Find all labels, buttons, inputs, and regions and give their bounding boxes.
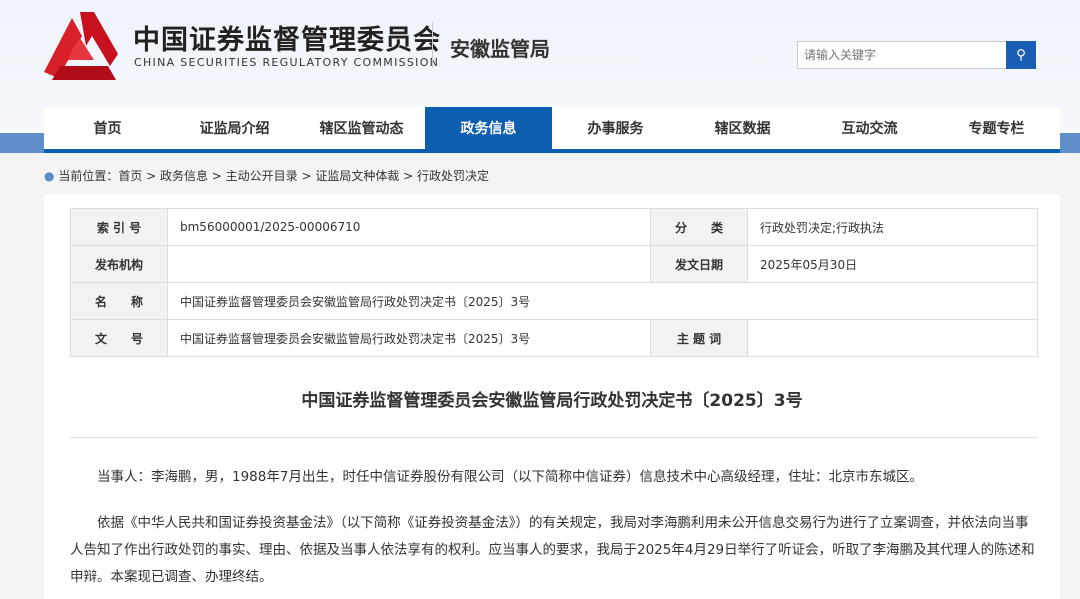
- value-issuer: [168, 246, 651, 283]
- divider: [432, 22, 433, 68]
- document-title: 中国证券监督管理委员会安徽监管局行政处罚决定书〔2025〕3号: [44, 386, 1060, 411]
- value-index: bm56000001/2025-00006710: [168, 209, 651, 246]
- label-name: 名 称: [71, 283, 168, 320]
- nav-data[interactable]: 辖区数据: [679, 107, 806, 149]
- nav-home[interactable]: 首页: [44, 107, 171, 149]
- value-docno: 中国证券监督管理委员会安徽监管局行政处罚决定书〔2025〕3号: [168, 320, 651, 357]
- nav-topics[interactable]: 专题专栏: [933, 107, 1060, 149]
- search-box: ⚲: [797, 41, 1036, 69]
- nav-interaction[interactable]: 互动交流: [806, 107, 933, 149]
- label-keywords: 主 题 词: [651, 320, 748, 357]
- paragraph: 依据《中华人民共和国证券投资基金法》（以下简称《证券投资基金法》）的有关规定，我…: [70, 510, 1038, 591]
- main-nav: 首页 证监局介绍 辖区监管动态 政务信息 办事服务 辖区数据 互动交流 专题专栏: [44, 107, 1060, 153]
- site-title: 中国证券监督管理委员会: [133, 18, 441, 57]
- value-date: 2025年05月30日: [748, 246, 1038, 283]
- paragraph: 当事人：李海鹏，男，1988年7月出生，时任中信证券股份有限公司（以下简称中信证…: [70, 464, 1038, 491]
- value-keywords: [748, 320, 1038, 357]
- bureau-name: 安徽监管局: [450, 33, 550, 62]
- breadcrumb-text[interactable]: 当前位置：首页 > 政务信息 > 主动公开目录 > 证监局文种体裁 > 行政处罚…: [58, 169, 489, 183]
- location-pin-icon: ●: [44, 169, 54, 183]
- nav-intro[interactable]: 证监局介绍: [171, 107, 298, 149]
- metadata-table: 索 引 号bm56000001/2025-00006710分 类行政处罚决定;行…: [70, 208, 1038, 357]
- label-date: 发文日期: [651, 246, 748, 283]
- nav-gov-info[interactable]: 政务信息: [425, 107, 552, 149]
- label-category: 分 类: [651, 209, 748, 246]
- nav-services[interactable]: 办事服务: [552, 107, 679, 149]
- search-input[interactable]: [798, 42, 998, 68]
- csrc-logo-icon: [42, 10, 118, 82]
- value-name: 中国证券监督管理委员会安徽监管局行政处罚决定书〔2025〕3号: [168, 283, 1038, 320]
- search-icon: ⚲: [1016, 47, 1026, 62]
- breadcrumb: ● 当前位置：首页 > 政务信息 > 主动公开目录 > 证监局文种体裁 > 行政…: [44, 167, 489, 184]
- site-title-en: CHINA SECURITIES REGULATORY COMMISSION: [134, 56, 439, 69]
- nav-news[interactable]: 辖区监管动态: [298, 107, 425, 149]
- content-area: 索 引 号bm56000001/2025-00006710分 类行政处罚决定;行…: [44, 194, 1060, 599]
- label-index: 索 引 号: [71, 209, 168, 246]
- search-button[interactable]: ⚲: [1006, 41, 1036, 69]
- value-category: 行政处罚决定;行政执法: [748, 209, 1038, 246]
- label-docno: 文 号: [71, 320, 168, 357]
- divider: [70, 437, 1038, 438]
- label-issuer: 发布机构: [71, 246, 168, 283]
